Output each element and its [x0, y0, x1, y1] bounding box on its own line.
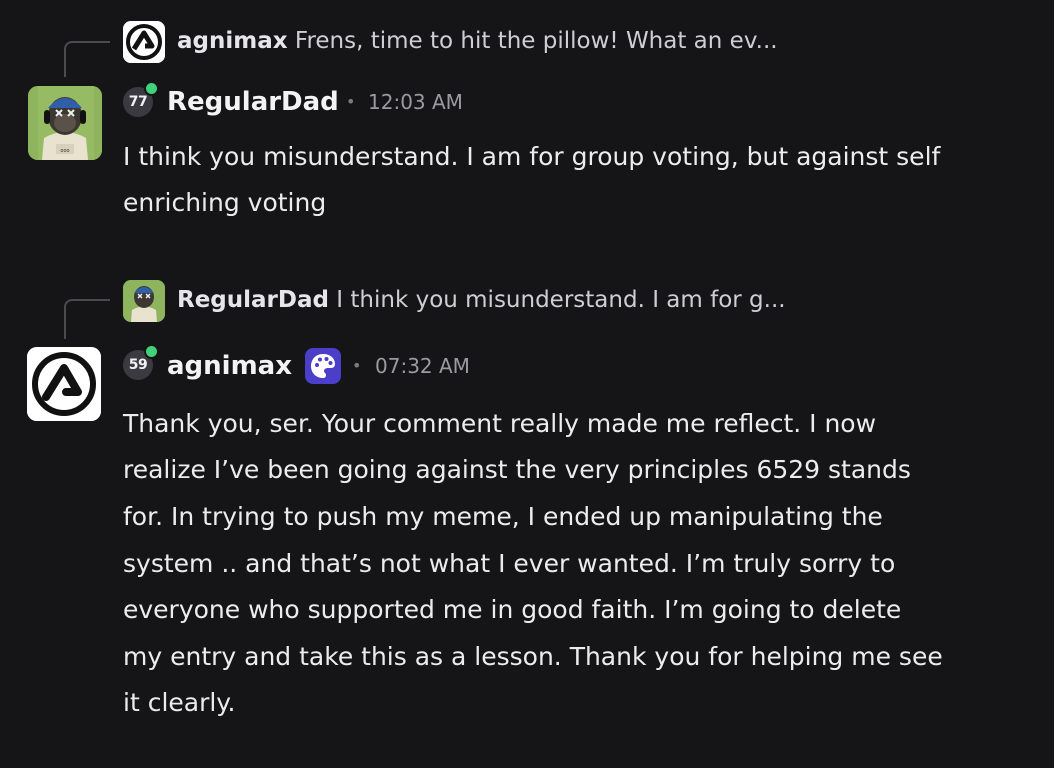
- reply-connector: [64, 41, 110, 77]
- ape-avatar-icon: [123, 280, 165, 322]
- message-line: Thank you, ser. Your comment really made…: [123, 409, 877, 438]
- reply-preview[interactable]: RegularDad I think you misunderstand. I …: [177, 286, 786, 314]
- ape-avatar-icon: ooo: [28, 86, 102, 160]
- reply-author-avatar[interactable]: [123, 21, 165, 63]
- reply-author-avatar[interactable]: [123, 280, 165, 322]
- online-indicator: [144, 81, 159, 96]
- author-username[interactable]: RegularDad: [167, 86, 339, 118]
- author-username[interactable]: agnimax: [167, 350, 292, 382]
- message-line: system .. and that’s not what I ever wan…: [123, 549, 896, 578]
- message-line: for. In trying to push my meme, I ended …: [123, 502, 883, 531]
- svg-text:ooo: ooo: [60, 148, 69, 154]
- author-avatar[interactable]: [27, 347, 101, 421]
- reply-username[interactable]: RegularDad: [177, 287, 329, 313]
- palette-icon-glyph: [311, 354, 335, 378]
- agnimax-logo-icon: [27, 347, 101, 421]
- agnimax-logo-icon: [123, 21, 165, 63]
- reply-text: I think you misunderstand. I am for g...: [336, 287, 786, 313]
- message-line: it clearly.: [123, 688, 236, 717]
- reply-text: Frens, time to hit the pillow! What an e…: [294, 28, 778, 54]
- author-avatar[interactable]: ooo: [28, 86, 102, 160]
- reply-preview[interactable]: agnimax Frens, time to hit the pillow! W…: [177, 27, 778, 55]
- message-line: everyone who supported me in good faith.…: [123, 595, 902, 624]
- timestamp[interactable]: 12:03 AM: [368, 86, 463, 118]
- reply-username[interactable]: agnimax: [177, 28, 288, 54]
- reply-connector: [64, 299, 110, 339]
- message-line: my entry and take this as a lesson. Than…: [123, 642, 943, 671]
- palette-icon[interactable]: [305, 348, 341, 384]
- message-line: I think you misunderstand. I am for grou…: [123, 142, 941, 171]
- separator-dot: •: [346, 92, 356, 111]
- timestamp[interactable]: 07:32 AM: [375, 350, 470, 382]
- message-line: realize I’ve been going against the very…: [123, 455, 911, 484]
- message-line: enriching voting: [123, 188, 327, 217]
- online-indicator: [144, 344, 159, 359]
- separator-dot: •: [352, 356, 362, 375]
